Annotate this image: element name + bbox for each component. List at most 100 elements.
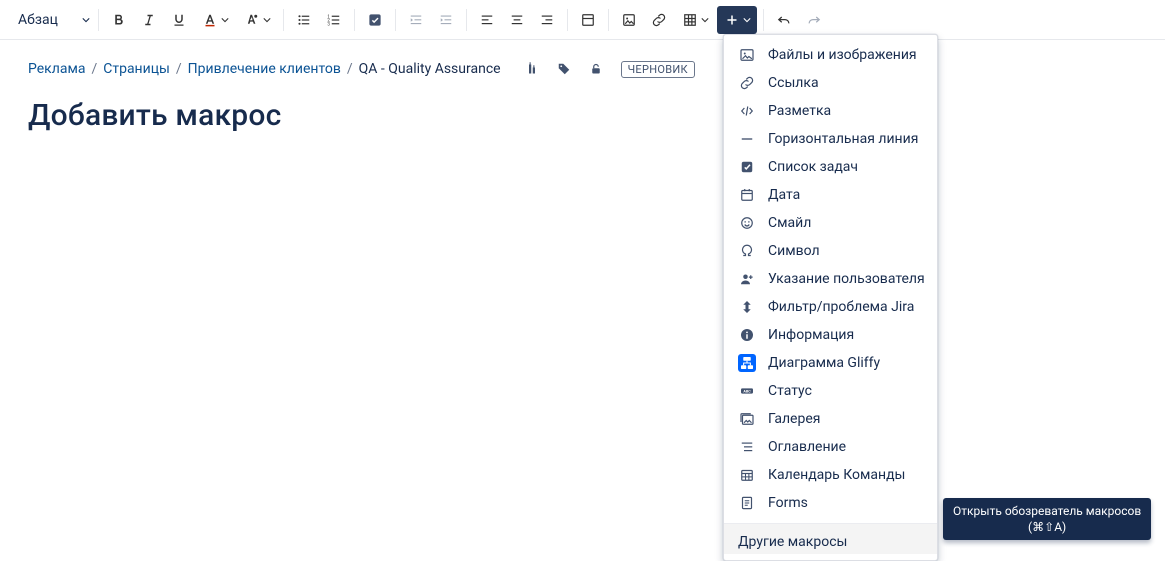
insert-menu: Файлы и изображения Ссылка Разметка Гори… — [723, 34, 938, 561]
location-icon[interactable] — [521, 58, 543, 80]
more-formatting-button[interactable] — [237, 6, 277, 34]
restrictions-icon[interactable] — [585, 58, 607, 80]
tooltip-shortcut: (⌘⇧A) — [953, 519, 1141, 535]
smile-icon — [738, 214, 756, 232]
insert-gallery[interactable]: Галерея — [724, 405, 937, 433]
breadcrumb-sep: / — [176, 61, 182, 77]
align-center-button[interactable] — [503, 6, 531, 34]
insert-gliffy[interactable]: Диаграмма Gliffy — [724, 349, 937, 377]
link-icon — [738, 74, 756, 92]
insert-task-list[interactable]: Список задач — [724, 153, 937, 181]
indent-button[interactable] — [432, 6, 460, 34]
layout-button[interactable] — [574, 6, 602, 34]
status-badge: ЧЕРНОВИК — [621, 61, 695, 78]
menu-label: Галерея — [768, 411, 820, 427]
menu-label: Другие макросы — [738, 534, 847, 550]
numbered-list-button[interactable]: 123 — [320, 6, 348, 34]
menu-label: Forms — [768, 495, 808, 511]
insert-info-panel[interactable]: Информация — [724, 321, 937, 349]
link-button[interactable] — [645, 6, 673, 34]
chevron-down-icon — [221, 16, 229, 24]
insert-mention[interactable]: Указание пользователя — [724, 265, 937, 293]
menu-label: Горизонтальная линия — [768, 131, 918, 147]
minus-icon — [738, 130, 756, 148]
table-button[interactable] — [675, 6, 715, 34]
menu-label: Ссылка — [768, 75, 819, 91]
gallery-icon — [738, 410, 756, 428]
insert-button[interactable] — [717, 6, 757, 34]
outdent-button[interactable] — [402, 6, 430, 34]
breadcrumb: Реклама / Страницы / Привлечение клиенто… — [28, 58, 1155, 80]
insert-team-calendar[interactable]: Календарь Команды — [724, 461, 937, 489]
bold-button[interactable] — [105, 6, 133, 34]
svg-text:3: 3 — [327, 21, 330, 27]
insert-files-images[interactable]: Файлы и изображения — [724, 41, 937, 69]
menu-label: Диаграмма Gliffy — [768, 355, 880, 371]
heading-select-label: Абзац — [18, 12, 58, 28]
gliffy-icon — [738, 354, 756, 372]
chevron-down-icon — [263, 16, 271, 24]
labels-icon[interactable] — [553, 58, 575, 80]
status-icon: ABC — [738, 382, 756, 400]
menu-label: Фильтр/проблема Jira — [768, 299, 914, 315]
insert-link[interactable]: Ссылка — [724, 69, 937, 97]
chevron-down-icon — [701, 16, 709, 24]
breadcrumb-link[interactable]: Страницы — [103, 61, 170, 77]
menu-label: Дата — [768, 187, 800, 203]
breadcrumb-sep: / — [91, 61, 97, 77]
text-color-button[interactable] — [195, 6, 235, 34]
other-macros[interactable]: Другие макросы — [724, 523, 937, 554]
list-icon — [738, 438, 756, 456]
page-header: Реклама / Страницы / Привлечение клиенто… — [0, 40, 1165, 133]
tooltip: Открыть обозреватель макросов (⌘⇧A) — [943, 498, 1151, 540]
underline-button[interactable] — [165, 6, 193, 34]
image-icon — [738, 46, 756, 64]
breadcrumb-link[interactable]: Реклама — [28, 61, 85, 77]
menu-label: Оглавление — [768, 439, 846, 455]
insert-jira-filter[interactable]: Фильтр/проблема Jira — [724, 293, 937, 321]
insert-emoji[interactable]: Смайл — [724, 209, 937, 237]
svg-text:ABC: ABC — [743, 390, 751, 394]
menu-label: Статус — [768, 383, 812, 399]
menu-label: Информация — [768, 327, 854, 343]
insert-status[interactable]: ABC Статус — [724, 377, 937, 405]
code-icon — [738, 102, 756, 120]
breadcrumb-current: QA - Quality Assurance — [359, 61, 501, 77]
undo-button[interactable] — [770, 6, 798, 34]
align-right-button[interactable] — [533, 6, 561, 34]
menu-label: Разметка — [768, 103, 831, 119]
media-button[interactable] — [615, 6, 643, 34]
align-left-button[interactable] — [473, 6, 501, 34]
page-title: Добавить макрос — [28, 98, 1155, 133]
chevron-down-icon — [743, 16, 751, 24]
menu-label: Календарь Команды — [768, 467, 905, 483]
editor-toolbar: Абзац 123 — [0, 0, 1165, 40]
insert-symbol[interactable]: Символ — [724, 237, 937, 265]
form-icon — [738, 494, 756, 512]
italic-button[interactable] — [135, 6, 163, 34]
insert-forms[interactable]: Forms — [724, 489, 937, 517]
person-plus-icon — [738, 270, 756, 288]
menu-label: Смайл — [768, 215, 811, 231]
menu-label: Список задач — [768, 159, 858, 175]
redo-button[interactable] — [800, 6, 828, 34]
insert-markup[interactable]: Разметка — [724, 97, 937, 125]
insert-toc[interactable]: Оглавление — [724, 433, 937, 461]
menu-label: Символ — [768, 243, 820, 259]
jira-icon — [738, 298, 756, 316]
breadcrumb-link[interactable]: Привлечение клиентов — [188, 61, 341, 77]
heading-select[interactable]: Абзац — [10, 8, 98, 32]
tooltip-line: Открыть обозреватель макросов — [953, 503, 1141, 519]
info-icon — [738, 326, 756, 344]
insert-date[interactable]: Дата — [724, 181, 937, 209]
omega-icon — [738, 242, 756, 260]
chevron-down-icon — [82, 16, 90, 24]
menu-label: Файлы и изображения — [768, 47, 917, 63]
insert-horizontal-rule[interactable]: Горизонтальная линия — [724, 125, 937, 153]
task-list-button[interactable] — [361, 6, 389, 34]
menu-label: Указание пользователя — [768, 271, 925, 287]
breadcrumb-sep: / — [347, 61, 353, 77]
bullet-list-button[interactable] — [290, 6, 318, 34]
calendar-icon — [738, 186, 756, 204]
checkbox-icon — [738, 158, 756, 176]
